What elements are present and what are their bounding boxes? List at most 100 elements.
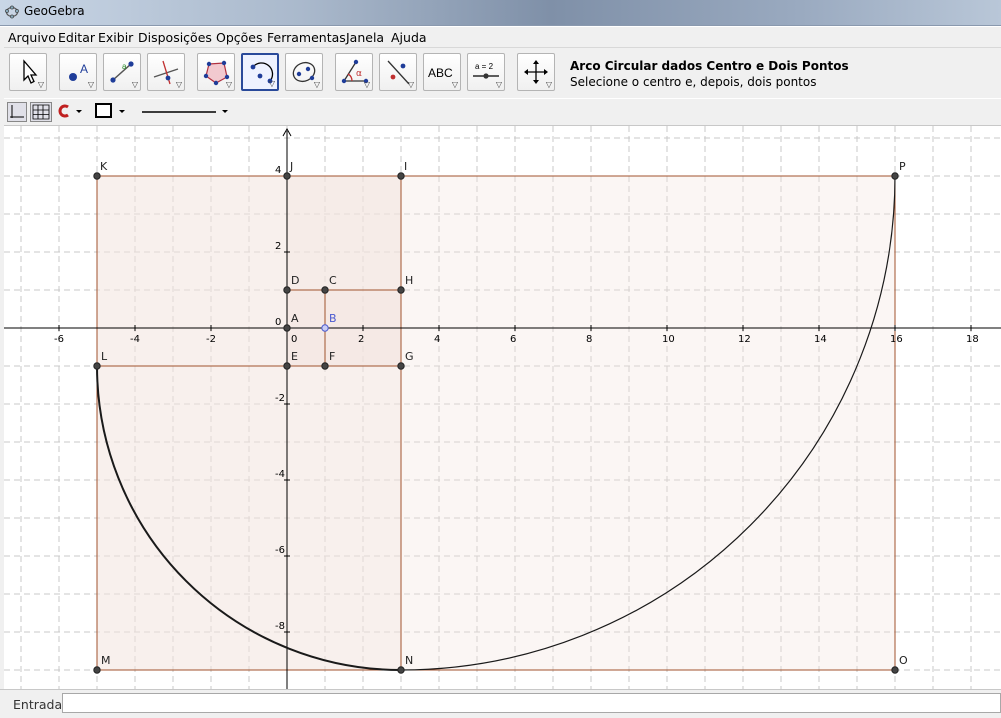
menu-exibir[interactable]: Exibir — [98, 30, 133, 45]
y-tick-label: 4 — [275, 165, 281, 176]
menu-editar[interactable]: Editar — [58, 30, 95, 45]
point-m — [93, 666, 101, 674]
line-style-button[interactable] — [138, 102, 234, 122]
point-d — [283, 286, 291, 294]
svg-text:α: α — [356, 69, 362, 79]
x-tick-label: 12 — [738, 334, 751, 345]
tool-move-graphics[interactable]: ▽ — [517, 53, 555, 91]
input-field[interactable] — [62, 693, 1001, 713]
tool-menu-indicator-icon: ▽ — [313, 80, 320, 89]
x-tick-label: -2 — [206, 334, 216, 345]
graphics-canvas[interactable]: -6 -4 -2 0 2 4 6 8 10 12 14 16 18 4 2 0 -2 -4 -6 -8 A B C D E F G H… — [4, 126, 1001, 689]
grid-toggle-icon — [32, 104, 50, 120]
point-e — [283, 362, 291, 370]
point-label-e: E — [291, 350, 298, 363]
point-i — [397, 172, 405, 180]
tool-menu-indicator-icon: ▽ — [495, 80, 502, 89]
x-tick-label: 2 — [358, 334, 364, 345]
graphics-view[interactable]: -6 -4 -2 0 2 4 6 8 10 12 14 16 18 4 2 0 -2 -4 -6 -8 A B C D E F G H… — [4, 125, 1001, 689]
point-label-l: L — [101, 350, 108, 363]
toolbar: ▽ A ▽ a ▽ ▽ ▽ ▽ ▽ α ▽ ▽ ABC ▽ a = 2 ▽ ▽ … — [0, 48, 1001, 98]
tool-point[interactable]: A ▽ — [59, 53, 97, 91]
point-label-n: N — [405, 654, 413, 667]
polygon-square — [286, 175, 402, 291]
tool-menu-indicator-icon: ▽ — [363, 80, 370, 89]
point-a — [283, 324, 291, 332]
x-tick-label: 0 — [291, 334, 297, 345]
point-label-h: H — [405, 274, 413, 287]
tool-help-text: Selecione o centro e, depois, dois ponto… — [570, 75, 817, 89]
x-tick-label: 4 — [434, 334, 440, 345]
point-label-b: B — [329, 312, 337, 325]
menu-arquivo[interactable]: Arquivo — [8, 30, 56, 45]
point-label-a: A — [291, 312, 299, 325]
input-label: Entrada: — [13, 697, 67, 712]
text-tool-glyph: ABC — [428, 66, 453, 80]
point-f — [321, 362, 329, 370]
point-c — [321, 286, 329, 294]
axes-toggle-button[interactable] — [7, 102, 27, 122]
line-style-icon — [142, 110, 228, 113]
window-title: GeoGebra — [24, 4, 85, 18]
point-b — [321, 324, 329, 332]
grid-toggle-button[interactable] — [30, 102, 52, 122]
point-label-f: F — [329, 350, 335, 363]
tool-help: Arco Circular dados Centro e Dois Pontos… — [570, 59, 849, 89]
point-p — [891, 172, 899, 180]
slider-tool-glyph: a = 2 — [475, 62, 494, 71]
tool-reflect[interactable]: ▽ — [379, 53, 417, 91]
polygon-square — [96, 365, 402, 671]
tool-conic[interactable]: ▽ — [285, 53, 323, 91]
x-tick-label: -4 — [130, 334, 140, 345]
tool-segment[interactable]: a ▽ — [103, 53, 141, 91]
title-bar: GeoGebra — [0, 0, 1001, 26]
point-capture-icon — [58, 104, 82, 118]
tool-help-title: Arco Circular dados Centro e Dois Pontos — [570, 59, 849, 73]
object-color-button[interactable] — [94, 102, 130, 122]
tool-move[interactable]: ▽ — [9, 53, 47, 91]
menu-ferramentas[interactable]: Ferramentas — [267, 30, 346, 45]
geogebra-logo-icon — [5, 5, 19, 19]
menu-opcoes[interactable]: Opções — [216, 30, 263, 45]
svg-text:a: a — [122, 62, 127, 71]
x-tick-label: 14 — [814, 334, 827, 345]
tool-menu-indicator-icon: ▽ — [268, 79, 275, 88]
y-tick-label: -4 — [275, 469, 285, 480]
x-tick-label: 8 — [586, 334, 592, 345]
x-tick-label: 16 — [890, 334, 903, 345]
tool-perpendicular[interactable]: ▽ — [147, 53, 185, 91]
menu-ajuda[interactable]: Ajuda — [391, 30, 427, 45]
window-left-border — [0, 47, 4, 689]
x-tick-label: -6 — [54, 334, 64, 345]
point-g — [397, 362, 405, 370]
point-k — [93, 172, 101, 180]
point-capture-button[interactable] — [57, 102, 85, 122]
menu-bar: Arquivo Editar Exibir Disposições Opções… — [0, 27, 1001, 48]
tool-polygon[interactable]: ▽ — [197, 53, 235, 91]
point-j — [283, 172, 291, 180]
tool-menu-indicator-icon: ▽ — [175, 80, 182, 89]
tool-circular-arc[interactable]: ▽ — [241, 53, 279, 91]
menu-janela[interactable]: Janela — [346, 30, 384, 45]
point-h — [397, 286, 405, 294]
point-label-j: J — [289, 160, 293, 173]
y-tick-label: 2 — [275, 241, 281, 252]
menu-disposicoes[interactable]: Disposições — [138, 30, 212, 45]
tool-text[interactable]: ABC ▽ — [423, 53, 461, 91]
point-label-c: C — [329, 274, 337, 287]
point-label-m: M — [101, 654, 111, 667]
x-tick-label: 6 — [510, 334, 516, 345]
tool-angle[interactable]: α ▽ — [335, 53, 373, 91]
object-color-icon — [95, 103, 125, 118]
tool-menu-indicator-icon: ▽ — [37, 80, 44, 89]
tool-menu-indicator-icon: ▽ — [407, 80, 414, 89]
y-tick-label: -8 — [275, 621, 285, 632]
point-label-g: G — [405, 350, 414, 363]
point-l — [93, 362, 101, 370]
point-label-d: D — [291, 274, 299, 287]
point-label-o: O — [899, 654, 908, 667]
point-label-k: K — [100, 160, 108, 173]
svg-text:A: A — [80, 62, 88, 76]
tool-menu-indicator-icon: ▽ — [545, 80, 552, 89]
tool-slider[interactable]: a = 2 ▽ — [467, 53, 505, 91]
